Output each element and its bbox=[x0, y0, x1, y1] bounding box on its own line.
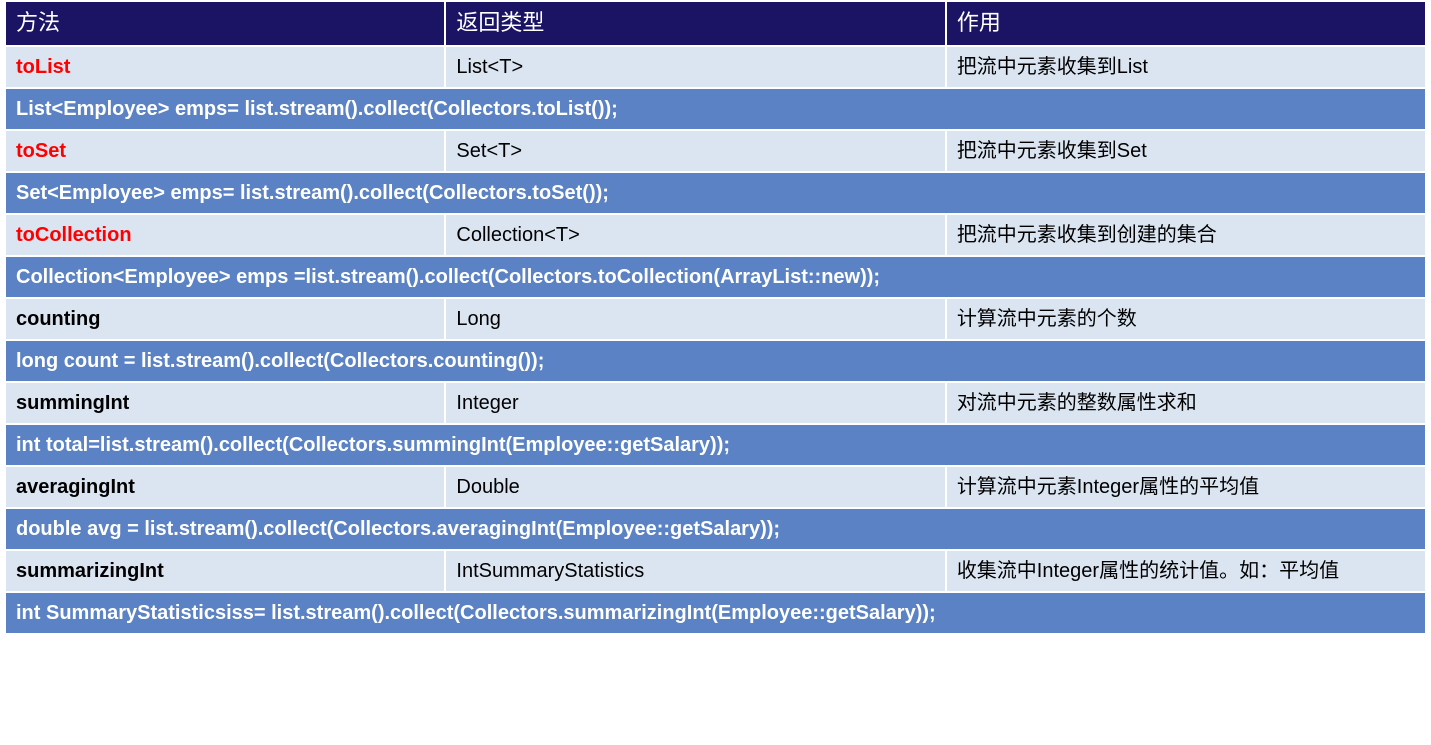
table-row: List<Employee> emps= list.stream().colle… bbox=[5, 88, 1426, 130]
cell-method: summarizingInt bbox=[5, 550, 445, 592]
cell-return-type: Set<T> bbox=[445, 130, 945, 172]
cell-description: 对流中元素的整数属性求和 bbox=[946, 382, 1426, 424]
table-row: int total=list.stream().collect(Collecto… bbox=[5, 424, 1426, 466]
cell-description: 把流中元素收集到List bbox=[946, 46, 1426, 88]
table-row: toSetSet<T>把流中元素收集到Set bbox=[5, 130, 1426, 172]
cell-description: 把流中元素收集到创建的集合 bbox=[946, 214, 1426, 256]
cell-return-type: List<T> bbox=[445, 46, 945, 88]
table-row: long count = list.stream().collect(Colle… bbox=[5, 340, 1426, 382]
table-row: summingIntInteger对流中元素的整数属性求和 bbox=[5, 382, 1426, 424]
table-row: int SummaryStatisticsiss= list.stream().… bbox=[5, 592, 1426, 634]
table-row: double avg = list.stream().collect(Colle… bbox=[5, 508, 1426, 550]
table-row: toCollectionCollection<T>把流中元素收集到创建的集合 bbox=[5, 214, 1426, 256]
collectors-table: 方法 返回类型 作用 toListList<T>把流中元素收集到ListList… bbox=[4, 0, 1427, 635]
cell-method: toCollection bbox=[5, 214, 445, 256]
cell-code-example: double avg = list.stream().collect(Colle… bbox=[5, 508, 1426, 550]
cell-code-example: List<Employee> emps= list.stream().colle… bbox=[5, 88, 1426, 130]
header-return-type: 返回类型 bbox=[445, 1, 945, 46]
cell-code-example: Set<Employee> emps= list.stream().collec… bbox=[5, 172, 1426, 214]
table-header-row: 方法 返回类型 作用 bbox=[5, 1, 1426, 46]
cell-return-type: Integer bbox=[445, 382, 945, 424]
cell-return-type: IntSummaryStatistics bbox=[445, 550, 945, 592]
header-method: 方法 bbox=[5, 1, 445, 46]
cell-return-type: Long bbox=[445, 298, 945, 340]
cell-code-example: int total=list.stream().collect(Collecto… bbox=[5, 424, 1426, 466]
cell-description: 计算流中元素的个数 bbox=[946, 298, 1426, 340]
cell-method: summingInt bbox=[5, 382, 445, 424]
cell-method: toList bbox=[5, 46, 445, 88]
table-row: Set<Employee> emps= list.stream().collec… bbox=[5, 172, 1426, 214]
cell-method: counting bbox=[5, 298, 445, 340]
table-row: summarizingIntIntSummaryStatistics收集流中In… bbox=[5, 550, 1426, 592]
cell-method: averagingInt bbox=[5, 466, 445, 508]
cell-description: 计算流中元素Integer属性的平均值 bbox=[946, 466, 1426, 508]
cell-code-example: long count = list.stream().collect(Colle… bbox=[5, 340, 1426, 382]
cell-method: toSet bbox=[5, 130, 445, 172]
header-description: 作用 bbox=[946, 1, 1426, 46]
cell-description: 把流中元素收集到Set bbox=[946, 130, 1426, 172]
table-row: Collection<Employee> emps =list.stream()… bbox=[5, 256, 1426, 298]
table-row: toListList<T>把流中元素收集到List bbox=[5, 46, 1426, 88]
table-row: countingLong计算流中元素的个数 bbox=[5, 298, 1426, 340]
cell-return-type: Double bbox=[445, 466, 945, 508]
cell-code-example: Collection<Employee> emps =list.stream()… bbox=[5, 256, 1426, 298]
table-row: averagingIntDouble计算流中元素Integer属性的平均值 bbox=[5, 466, 1426, 508]
cell-description: 收集流中Integer属性的统计值。如：平均值 bbox=[946, 550, 1426, 592]
cell-return-type: Collection<T> bbox=[445, 214, 945, 256]
cell-code-example: int SummaryStatisticsiss= list.stream().… bbox=[5, 592, 1426, 634]
